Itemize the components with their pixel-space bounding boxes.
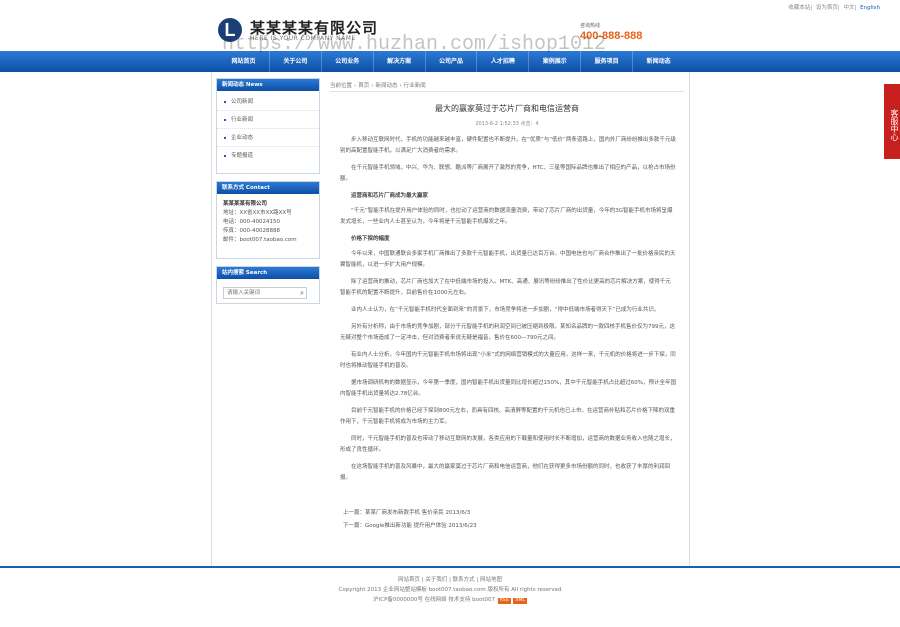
company-logo-icon[interactable]: L xyxy=(218,18,242,42)
breadcrumb-separator: › xyxy=(354,83,357,89)
chinese-link[interactable]: 中文 xyxy=(844,5,855,11)
sidebar-search-title: 站内搜索 Search xyxy=(217,267,319,279)
breadcrumb-item[interactable]: 行业新闻 xyxy=(404,83,426,89)
english-link[interactable]: English xyxy=(860,5,880,11)
breadcrumb-item: 当前位置 xyxy=(330,83,353,89)
sidebar-news-list: 公司新闻 行业新闻 企业动态 专题报道 xyxy=(217,91,319,167)
article-paragraph: 有业内人士分析，今年国内千元智能手机市场将出现“小米”式的网络营销模式的大量应用… xyxy=(340,352,676,369)
set-home-link[interactable]: 设为首页 xyxy=(816,5,838,11)
article-paragraph: “千元”智能手机在提升用户体验的同时，也拉动了运营商的数据流量消费，带动了芯片厂… xyxy=(340,208,673,225)
breadcrumb-item[interactable]: 首页 xyxy=(358,83,369,89)
top-links: 收藏本站| 设为首页| 中文| English xyxy=(788,5,880,11)
nav-item[interactable]: 公司产品 xyxy=(426,51,478,72)
sidebar-search-box: 站内搜索 Search ⌕ xyxy=(216,266,320,304)
sidebar-contact-title: 联系方式 Contact xyxy=(217,182,319,194)
footer-links[interactable]: 网站首页 | 关于我们 | 联系方式 | 网站地图 xyxy=(0,575,900,585)
article-meta: 2013-6-2 1:52:33 点击：4 xyxy=(475,121,539,127)
sidebar-news-item[interactable]: 公司新闻 xyxy=(217,93,319,111)
sidebar-news-item[interactable]: 企业动态 xyxy=(217,129,319,147)
breadcrumb: 当前位置 › 首页 › 新闻动态 › 行业新闻 xyxy=(330,80,684,92)
contact-company: 某某某某有限公司 xyxy=(223,201,268,207)
breadcrumb-item[interactable]: 新闻动态 xyxy=(375,83,397,89)
search-box: ⌕ xyxy=(223,287,307,299)
article-paragraph: 另外有分析称，由于市场的竞争加剧，部分千元智能手机的利润空间已被压缩到极限。某知… xyxy=(340,324,676,341)
nav-item[interactable]: 网站首页 xyxy=(218,51,270,72)
footer-copyright: Copyright 2013 企业网站整站模板 boot007.taobao.c… xyxy=(338,587,562,593)
nav-item[interactable]: 解决方案 xyxy=(374,51,426,72)
nav-item[interactable]: 关于公司 xyxy=(270,51,322,72)
footer: 网站首页 | 关于我们 | 联系方式 | 网站地图 Copyright 2013… xyxy=(0,575,900,605)
contact-info: 某某某某有限公司 地址：XX省XX市XX路XX号 电话：000-40024150… xyxy=(217,194,319,251)
article-paragraph: 同时，千元智能手机的普及也带动了移动互联网的发展，各类应用的下载量和使用时长不断… xyxy=(340,436,676,453)
footer-divider xyxy=(0,566,900,568)
hotline-label: 咨询热线 xyxy=(580,23,601,29)
main-nav: 网站首页 关于公司 公司业务 解决方案 公司产品 人才招聘 案例展示 服务项目 新闻动态 xyxy=(218,51,684,72)
sidebar-contact-box: 联系方式 Contact 某某某某有限公司 地址：XX省XX市XX路XX号 电话… xyxy=(216,181,320,259)
search-icon[interactable]: ⌕ xyxy=(300,288,304,298)
sidebar-news-item[interactable]: 专题报道 xyxy=(217,147,319,165)
article-paragraph: 今年以来，中国联通联合多家手机厂商推出了多款千元智能手机，出货量已达百万台。中国… xyxy=(340,251,676,268)
hotline-number: 400-888-888 xyxy=(580,30,643,42)
contact-phone: 电话：000-40024150 xyxy=(223,219,280,225)
article-paragraph: 运营商和芯片厂商成为最大赢家 xyxy=(351,193,429,199)
article-paragraph: 业内人士认为，在“千元智能手机时代全面到来”的背景下，市场竞争将进一步加剧，“得… xyxy=(351,307,660,313)
nav-item[interactable]: 新闻动态 xyxy=(633,51,684,72)
customer-service-tab[interactable]: 客服中心 xyxy=(884,84,900,159)
sidebar-news-box: 新闻动态 News 公司新闻 行业新闻 企业动态 专题报道 xyxy=(216,78,320,174)
nav-item[interactable]: 人才招聘 xyxy=(477,51,530,72)
article-paragraph: 步入移动互联网时代，手机的功能越来越丰富，硬件配置也不断提升。在“优质”与“低价… xyxy=(340,137,676,154)
article-paragraph: 在这场智能手机的普及风暴中，最大的赢家莫过于芯片厂商和电信运营商，他们在获得更多… xyxy=(340,464,671,481)
nav-item[interactable]: 公司业务 xyxy=(322,51,374,72)
rss-badge[interactable]: RSS xyxy=(497,598,511,604)
prev-article-link[interactable]: 上一篇：某某厂商发布新款手机 售价亲民 2013/6/3 xyxy=(343,507,477,520)
nav-item[interactable]: 服务项目 xyxy=(581,51,634,72)
xml-badge[interactable]: XML xyxy=(513,598,527,604)
breadcrumb-separator: › xyxy=(371,83,374,89)
next-article-link[interactable]: 下一篇：Google推出新功能 提升用户体验 2013/6/23 xyxy=(343,520,477,533)
article-body: 步入移动互联网时代，手机的功能越来越丰富，硬件配置也不断提升。在“优质”与“低价… xyxy=(340,135,676,490)
search-wrap: ⌕ xyxy=(217,279,319,307)
breadcrumb-separator: › xyxy=(399,83,402,89)
nav-item[interactable]: 案例展示 xyxy=(529,51,582,72)
footer-icp-text: 沪ICP备0000000号 在线网络 技术支持 boot007 xyxy=(373,597,496,603)
article-paragraph: 除了运营商的推动，芯片厂商也加大了在中低端市场的投入。MTK、高通、展讯等纷纷推… xyxy=(340,279,671,296)
sidebar-news-item[interactable]: 行业新闻 xyxy=(217,111,319,129)
article-paragraph: 在千元智能手机领域，中兴、华为、联想、酷派等厂商展开了激烈的竞争，HTC、三星等… xyxy=(340,165,676,182)
prev-next-links: 上一篇：某某厂商发布新款手机 售价亲民 2013/6/3 下一篇：Google推… xyxy=(343,507,477,533)
article-paragraph: 目前千元智能手机的价格已经下探到800元左右，而具有四核、高清屏等配置的千元机也… xyxy=(340,408,676,425)
search-input[interactable] xyxy=(224,288,294,298)
sidebar-news-title: 新闻动态 News xyxy=(217,79,319,91)
article-paragraph: 据市场调研机构的数据显示，今年第一季度，国内智能手机出货量同比增长超过150%，… xyxy=(340,380,676,397)
main-nav-bar: 网站首页 关于公司 公司业务 解决方案 公司产品 人才招聘 案例展示 服务项目 新闻动态 xyxy=(0,51,900,72)
article-paragraph: 价格下探的幅度 xyxy=(351,236,390,242)
contact-fax: 传真：000-40028888 xyxy=(223,228,280,234)
contact-email: 邮件：boot007.taobao.com xyxy=(223,237,297,243)
article-title: 最大的赢家莫过于芯片厂商和电信运营商 xyxy=(435,104,579,113)
company-name-en: HERE IS YOUR COMPANY NAME xyxy=(250,35,356,42)
favorite-link[interactable]: 收藏本站 xyxy=(788,5,810,11)
footer-icp: 沪ICP备0000000号 在线网络 技术支持 boot007 RSS XML xyxy=(0,595,900,605)
contact-address: 地址：XX省XX市XX路XX号 xyxy=(223,210,292,216)
